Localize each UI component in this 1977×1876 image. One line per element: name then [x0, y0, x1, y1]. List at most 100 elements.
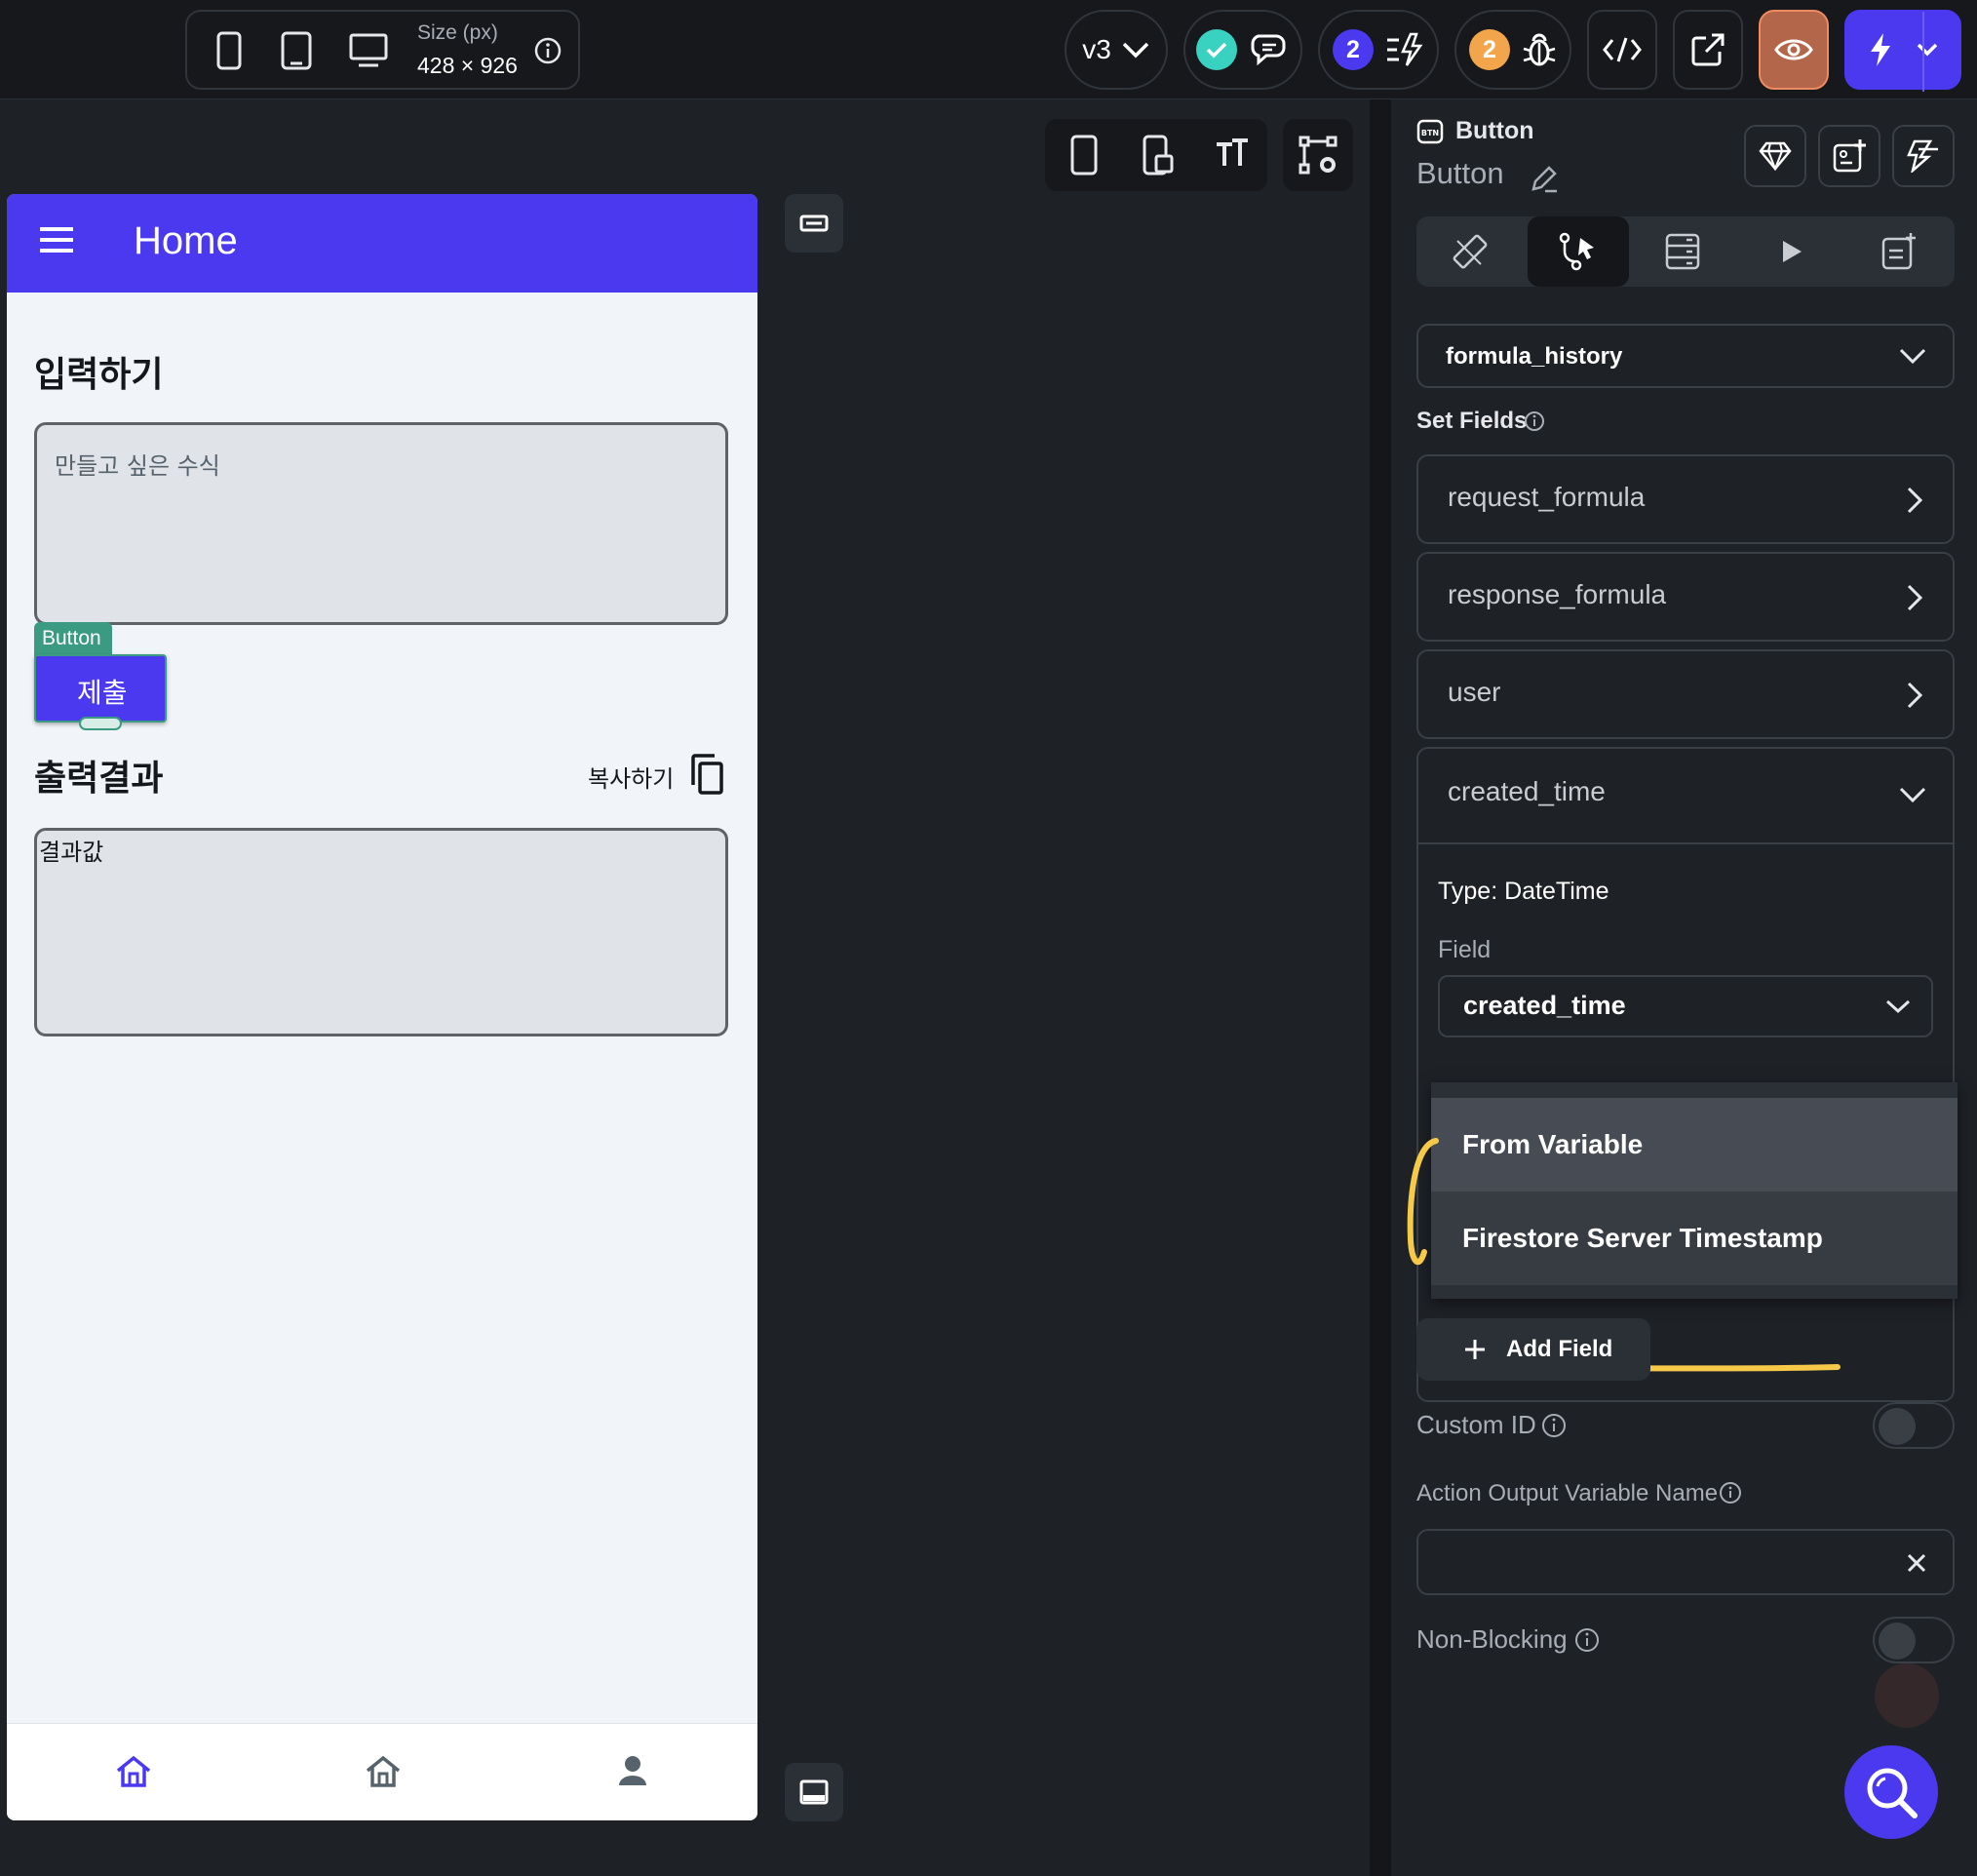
run-button[interactable] [1844, 10, 1961, 92]
info-icon[interactable] [1719, 1481, 1742, 1505]
code-icon [1603, 37, 1642, 62]
add-to-library-button[interactable] [1818, 125, 1880, 187]
field-row-user[interactable]: user [1416, 649, 1955, 739]
result-output: 결과값 [34, 828, 728, 1036]
desktop-device-icon[interactable] [349, 33, 388, 68]
edit-name-icon[interactable] [1530, 164, 1559, 193]
output-var-input[interactable] [1416, 1529, 1955, 1595]
field-header[interactable]: created_time [1418, 749, 1953, 844]
copy-label[interactable]: 복사하기 [588, 760, 674, 794]
panel-scrollbar[interactable] [1370, 99, 1391, 1876]
play-icon [1783, 241, 1802, 262]
tab-notes[interactable] [1845, 216, 1953, 287]
chevron-down-icon [1885, 999, 1911, 1014]
svg-text:BTN: BTN [1421, 129, 1439, 137]
bottom-panel-icon [799, 1779, 829, 1805]
field-label: user [1448, 677, 1501, 707]
tab-backend-query[interactable] [1629, 216, 1736, 287]
tab-actions[interactable] [1528, 216, 1629, 287]
formula-input[interactable]: 만들고 싶은 수식 [34, 422, 728, 625]
collection-select[interactable]: formula_history [1416, 324, 1955, 388]
info-icon[interactable] [1524, 410, 1545, 432]
open-external-button[interactable] [1673, 10, 1743, 90]
widget-type-icon: BTN [1416, 119, 1444, 144]
submit-button-label: 제출 [77, 677, 128, 709]
keyboard-toggle[interactable] [785, 194, 843, 253]
chevron-right-icon [1907, 682, 1923, 709]
flutterflow-button[interactable] [1892, 125, 1955, 187]
issues-badge: 2 [1469, 29, 1510, 70]
output-var-label: Action Output Variable Name [1416, 1480, 1719, 1506]
widget-type: Button [1455, 117, 1534, 144]
plus-icon [1465, 1340, 1485, 1359]
version-label: v3 [1082, 34, 1111, 64]
bottom-sheet-toggle[interactable] [785, 1763, 843, 1821]
properties-panel: BTN Button Button formula_history Set Fi… [1370, 99, 1977, 1876]
field-select[interactable]: created_time [1438, 975, 1933, 1037]
eye-icon [1774, 39, 1813, 60]
copy-icon[interactable] [689, 754, 724, 795]
submit-button[interactable]: 제출 [34, 654, 167, 723]
diamond-icon [1759, 141, 1792, 171]
selection-tag-label: Button [42, 627, 101, 649]
nav-person-icon[interactable] [617, 1755, 648, 1786]
info-icon[interactable] [1541, 1413, 1567, 1438]
chevron-down-icon [1122, 42, 1149, 59]
menu-icon[interactable] [40, 227, 73, 253]
tab-properties[interactable] [1416, 216, 1524, 287]
close-icon[interactable] [1906, 1552, 1927, 1574]
field-label: created_time [1448, 776, 1606, 806]
bug-icon [1523, 33, 1556, 66]
chevron-down-icon [1899, 787, 1926, 803]
search-fab[interactable] [1844, 1745, 1938, 1839]
field-label: request_formula [1448, 482, 1646, 512]
add-field-button[interactable]: Add Field [1416, 1318, 1650, 1381]
resize-handle[interactable] [79, 717, 122, 730]
phone-preview: Home 입력하기 만들고 싶은 수식 Button 제출 출력결과 복사하기 … [7, 194, 757, 1820]
panel-tabs [1416, 216, 1955, 287]
field-select-label: Field [1438, 936, 1492, 963]
nav-home-icon[interactable] [116, 1755, 151, 1788]
issues-group[interactable]: 2 [1454, 10, 1571, 90]
status-comments-group[interactable] [1183, 10, 1302, 90]
field-row-response-formula[interactable]: response_formula [1416, 552, 1955, 642]
ruler-pencil-icon [1453, 234, 1488, 269]
field-row-request-formula[interactable]: request_formula [1416, 454, 1955, 544]
tab-animations[interactable] [1738, 216, 1845, 287]
lightning-list-icon [1387, 32, 1423, 66]
bottom-nav [7, 1723, 757, 1820]
collection-value: formula_history [1446, 343, 1623, 370]
output-section-title: 출력결과 [34, 759, 164, 799]
field-label: response_formula [1448, 579, 1667, 609]
code-button[interactable] [1587, 10, 1657, 90]
field-type: Type: DateTime [1438, 878, 1609, 905]
set-fields-label: Set Fields [1416, 408, 1528, 434]
text-size-icon[interactable] [1215, 138, 1250, 168]
note-add-icon [1881, 233, 1916, 270]
version-select[interactable]: v3 [1065, 10, 1168, 90]
device-frame-icon[interactable] [1143, 135, 1174, 176]
check-status-icon [1196, 29, 1237, 70]
phone-device-icon[interactable] [216, 31, 242, 70]
add-component-icon [1833, 139, 1866, 173]
premium-button[interactable] [1744, 125, 1806, 187]
flutterflow-icon [1907, 139, 1938, 173]
widget-name[interactable]: Button [1416, 156, 1504, 191]
collab-badge: 2 [1333, 29, 1374, 70]
nav-home-icon-2[interactable] [366, 1755, 401, 1788]
keyboard-icon [799, 215, 829, 232]
floating-helper-icon[interactable] [1875, 1663, 1939, 1728]
selection-tag: Button [34, 622, 112, 657]
custom-id-label: Custom ID [1416, 1410, 1536, 1439]
non-blocking-toggle[interactable] [1873, 1617, 1955, 1663]
phone-preview-icon[interactable] [1070, 135, 1098, 176]
preview-button[interactable] [1759, 10, 1829, 90]
info-icon[interactable] [1574, 1627, 1600, 1653]
canvas-tools [1045, 119, 1267, 191]
canvas-settings[interactable] [1283, 119, 1353, 191]
tablet-device-icon[interactable] [281, 31, 312, 70]
app-bar: Home [7, 194, 757, 293]
collaborators-group[interactable]: 2 [1318, 10, 1439, 90]
info-icon[interactable] [534, 37, 562, 64]
custom-id-toggle[interactable] [1873, 1402, 1955, 1449]
